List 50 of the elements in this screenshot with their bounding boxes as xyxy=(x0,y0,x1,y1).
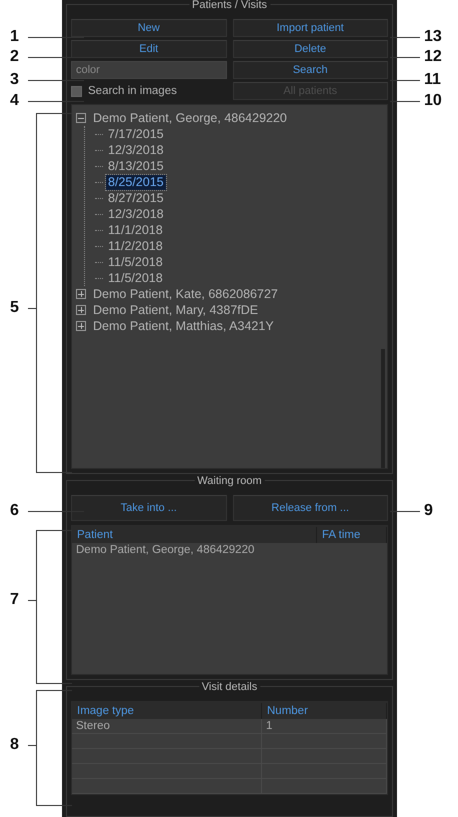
tree-item[interactable]: Demo Patient, George, 486429220 xyxy=(91,110,289,126)
delete-button[interactable]: Delete xyxy=(232,40,388,58)
callout-number: 8 xyxy=(10,735,19,755)
callout-number: 5 xyxy=(10,298,19,318)
tree-item[interactable]: Demo Patient, Kate, 6862086727 xyxy=(91,286,280,302)
callout-number: 4 xyxy=(10,91,19,111)
new-button[interactable]: New xyxy=(71,19,226,37)
release-from-button[interactable]: Release from ... xyxy=(232,495,388,521)
tree-item[interactable]: 12/3/2018 xyxy=(106,206,166,222)
callout-number: 12 xyxy=(424,47,442,67)
expand-icon[interactable] xyxy=(76,321,86,331)
callout-number: 6 xyxy=(10,501,19,521)
callout-number: 2 xyxy=(10,47,19,67)
callout-number: 1 xyxy=(10,27,19,47)
tree-item[interactable]: 7/17/2015 xyxy=(106,126,166,142)
take-into-button[interactable]: Take into ... xyxy=(71,495,226,521)
expand-icon[interactable] xyxy=(76,305,86,315)
callout-number: 3 xyxy=(10,70,19,90)
tree-item[interactable]: Demo Patient, Matthias, A3421Y xyxy=(91,318,276,334)
group-title: Patients / Visits xyxy=(189,0,270,11)
expand-icon[interactable] xyxy=(76,289,86,299)
search-in-images-checkbox[interactable]: Search in images xyxy=(71,82,226,100)
column-header[interactable]: FA time xyxy=(317,526,387,542)
column-header[interactable]: Number xyxy=(262,702,387,718)
group-title: Visit details xyxy=(198,681,260,693)
callout-number: 9 xyxy=(424,501,433,521)
tree-item[interactable]: Demo Patient, Mary, 4387fDE xyxy=(91,302,260,318)
table-cell-text: Demo Patient, George, 486429220 xyxy=(75,543,256,557)
tree-item[interactable]: 8/13/2015 xyxy=(106,158,166,174)
table-cell: Stereo xyxy=(72,719,262,733)
tree-item[interactable]: 11/5/2018 xyxy=(106,254,165,270)
tree-item[interactable]: 8/27/2015 xyxy=(106,190,166,206)
tree-item[interactable]: 12/3/2018 xyxy=(106,142,166,158)
search-field[interactable]: color xyxy=(71,61,226,79)
callout-number: 13 xyxy=(424,27,442,47)
callout-number: 11 xyxy=(424,70,441,90)
group-title: Waiting room xyxy=(194,475,265,487)
tree-item[interactable]: 11/2/2018 xyxy=(106,238,165,254)
callout-number: 7 xyxy=(10,590,19,610)
column-header[interactable]: Image type xyxy=(72,702,262,718)
table-cell: 1 xyxy=(262,719,387,733)
tree-item[interactable]: 11/5/2018 xyxy=(106,270,165,286)
column-header[interactable]: Patient xyxy=(72,526,317,542)
edit-button[interactable]: Edit xyxy=(71,40,226,58)
callout-number: 10 xyxy=(424,91,442,111)
import-button[interactable]: Import patient xyxy=(232,19,388,37)
collapse-icon[interactable] xyxy=(76,113,86,123)
tree-item[interactable]: 11/1/2018 xyxy=(106,222,165,238)
search-button[interactable]: Search xyxy=(232,61,388,79)
tree-item[interactable]: 8/25/2015 xyxy=(106,174,166,190)
